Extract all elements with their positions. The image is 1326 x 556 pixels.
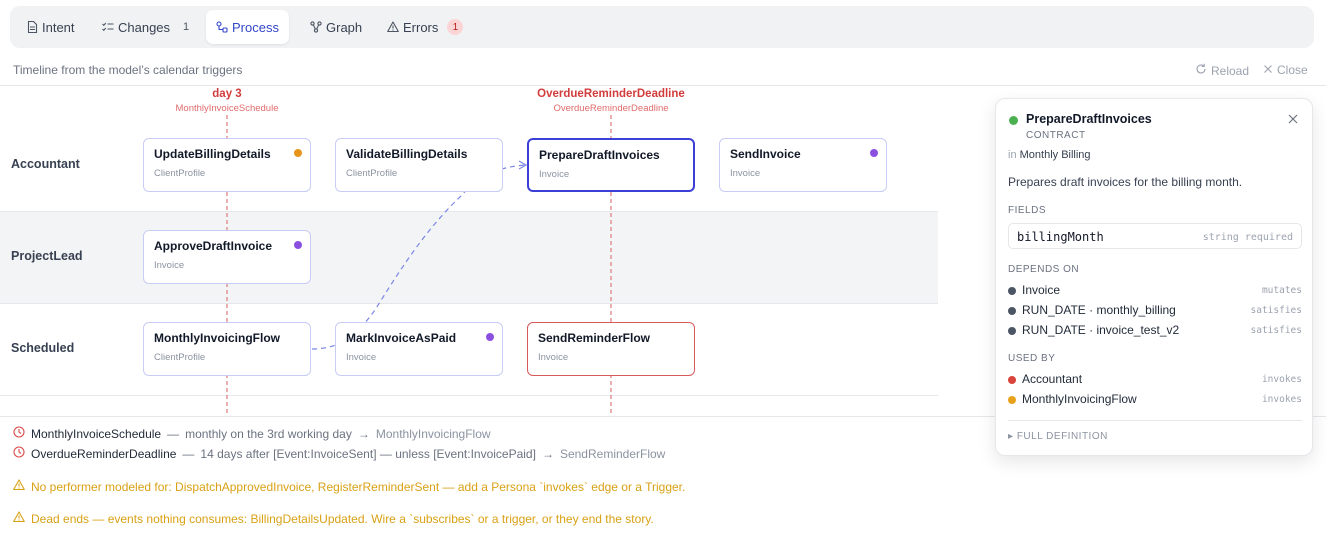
node-name: SendInvoice [730,147,801,161]
trigger-description: monthly on the 3rd working day [185,426,352,441]
trigger-list-item: OverdueReminderDeadline — 14 days after … [13,446,665,461]
depends-on-heading: DEPENDS ON [1008,264,1080,275]
warning-dead-ends: Dead ends — events nothing consumes: Bil… [13,511,654,526]
usage-relation: invokes [1261,374,1302,385]
node-name: ValidateBillingDetails [346,147,468,161]
node-updatebillingdetails[interactable]: UpdateBillingDetails ClientProfile [143,138,311,192]
full-definition-label: FULL DEFINITION [1016,431,1108,442]
node-type: Invoice [346,352,377,363]
status-dot [486,333,494,341]
trigger-target: MonthlyInvoicingFlow [375,426,491,441]
dependency-relation: satisfies [1250,325,1302,336]
status-dot [294,241,302,249]
usage-relation: invokes [1261,394,1302,405]
node-name: UpdateBillingDetails [154,147,271,161]
trigger-list-item: MonthlyInvoiceSchedule — monthly on the … [13,426,491,441]
clock-icon [13,446,25,461]
trigger-description: 14 days after [Event:InvoiceSent] — unle… [200,446,536,461]
node-name: ApproveDraftInvoice [154,239,273,253]
depends-on-item[interactable]: RUN_DATE · monthly_billing satisfies [1008,303,1302,319]
node-sendreminderflow[interactable]: SendReminderFlow Invoice [527,322,695,376]
dependency-label: RUN_DATE · monthly_billing [1022,303,1176,317]
used-by-item[interactable]: MonthlyInvoicingFlow invokes [1008,392,1302,408]
node-type: ClientProfile [154,168,206,179]
field-name: billingMonth [1017,230,1104,244]
clock-icon [13,426,25,441]
dependency-dot [1008,287,1016,295]
trigger-separator: — [167,426,180,441]
node-monthlyinvoicingflow[interactable]: MonthlyInvoicingFlow ClientProfile [143,322,311,376]
dependency-dot [1008,327,1016,335]
node-name: MarkInvoiceAsPaid [346,331,457,345]
status-dot [294,149,302,157]
node-validatebillingdetails[interactable]: ValidateBillingDetails ClientProfile [335,138,503,192]
panel-context: in Monthly Billing [1008,149,1091,161]
node-type: Invoice [154,260,185,271]
dependency-relation: mutates [1261,285,1302,296]
usage-dot [1008,376,1016,384]
node-markinvoiceaspaid[interactable]: MarkInvoiceAsPaid Invoice [335,322,503,376]
panel-close-button[interactable] [1288,111,1298,127]
status-dot [870,149,878,157]
full-definition-toggle[interactable]: ▸ FULL DEFINITION [1008,431,1108,442]
field-meta: string required [1202,232,1293,243]
usage-label: MonthlyInvoicingFlow [1022,392,1137,406]
panel-kind: CONTRACT [1026,130,1086,141]
dependency-dot [1008,307,1016,315]
node-preparedraftinvoices[interactable]: PrepareDraftInvoices Invoice [527,138,695,192]
trigger-target: SendReminderFlow [559,446,666,461]
node-name: SendReminderFlow [538,331,651,345]
trigger-arrow: → [357,426,370,441]
usage-dot [1008,396,1016,404]
status-dot [1009,116,1018,125]
node-approvedraftinvoice[interactable]: ApproveDraftInvoice Invoice [143,230,311,284]
trigger-separator: — [182,446,195,461]
node-type: ClientProfile [154,352,206,363]
node-name: MonthlyInvoicingFlow [154,331,280,345]
usage-label: Accountant [1022,372,1083,386]
node-type: Invoice [539,169,570,180]
close-icon [1288,111,1298,127]
node-type: Invoice [730,168,761,179]
node-sendinvoice[interactable]: SendInvoice Invoice [719,138,887,192]
warning-text: No performer modeled for: DispatchApprov… [31,479,686,494]
trigger-arrow: → [541,446,554,461]
dependency-label: Invoice [1022,283,1061,297]
warning-icon [13,479,25,494]
warning-icon [13,511,25,526]
warning-no-performer: No performer modeled for: DispatchApprov… [13,479,685,494]
panel-title: PrepareDraftInvoices [1026,112,1152,126]
context-prefix: in [1008,149,1017,161]
depends-on-item[interactable]: Invoice mutates [1008,283,1302,299]
fields-heading: FIELDS [1008,205,1047,216]
context-value: Monthly Billing [1019,149,1091,161]
field-row: billingMonth string required [1008,223,1302,249]
node-type: Invoice [538,352,569,363]
used-by-item[interactable]: Accountant invokes [1008,372,1302,388]
caret-right-icon: ▸ [1008,431,1014,442]
dependency-label: RUN_DATE · invoice_test_v2 [1022,323,1180,337]
panel-divider [1008,420,1302,421]
detail-panel: PrepareDraftInvoices CONTRACT in Monthly… [995,98,1313,456]
node-type: ClientProfile [346,168,398,179]
depends-on-item[interactable]: RUN_DATE · invoice_test_v2 satisfies [1008,323,1302,339]
dependency-relation: satisfies [1250,305,1302,316]
used-by-heading: USED BY [1008,353,1056,364]
trigger-name: MonthlyInvoiceSchedule [31,426,162,441]
trigger-name: OverdueReminderDeadline [31,446,177,461]
panel-description: Prepares draft invoices for the billing … [1008,175,1243,189]
node-name: PrepareDraftInvoices [539,148,660,162]
warning-text: Dead ends — events nothing consumes: Bil… [31,511,654,526]
